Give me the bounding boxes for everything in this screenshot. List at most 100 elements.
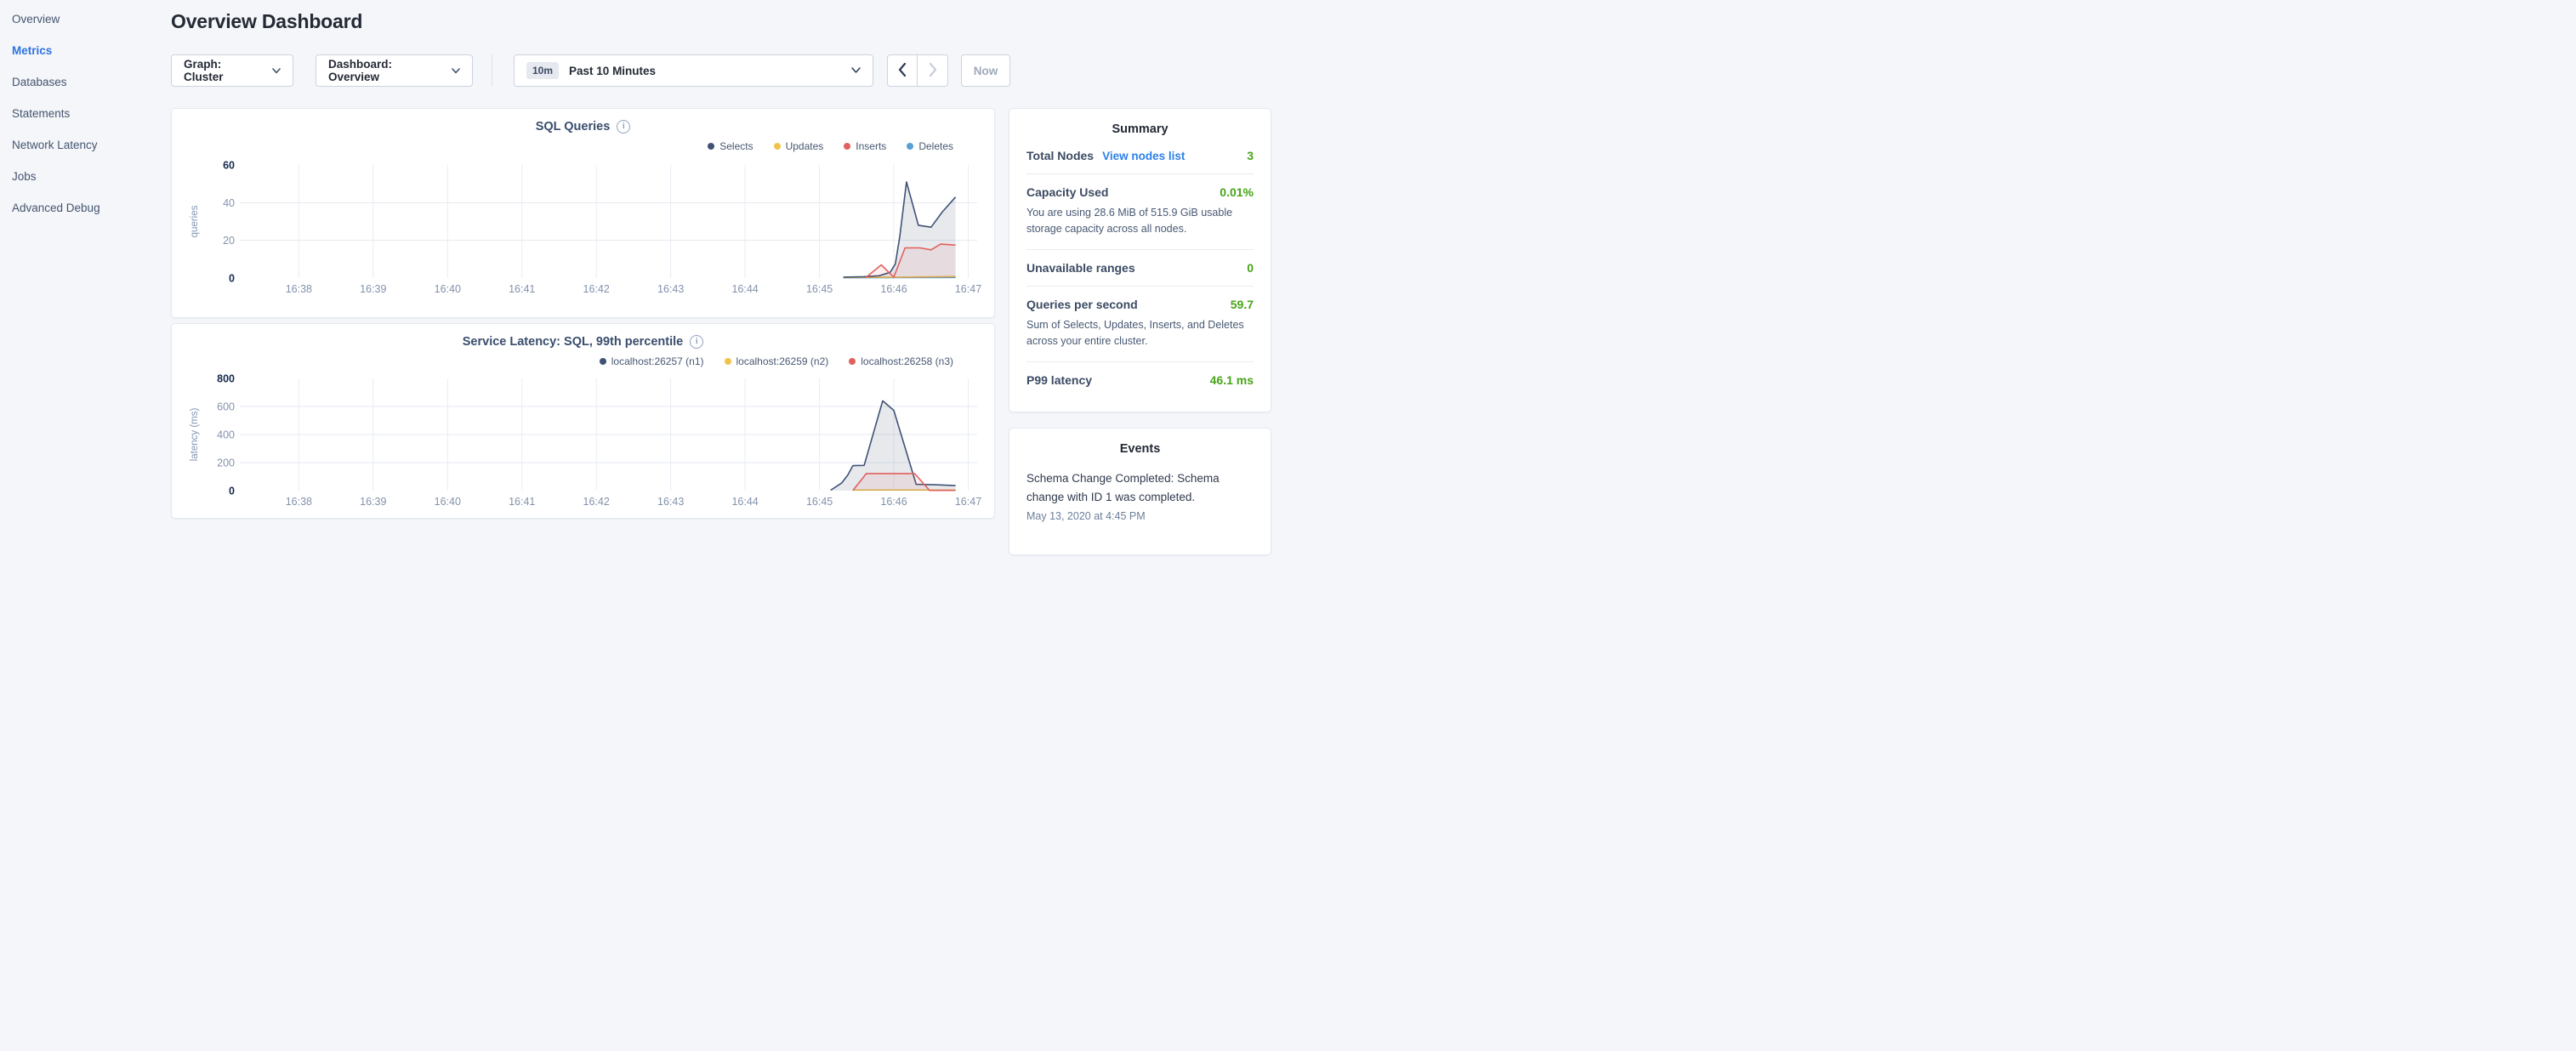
sidebar-item-advanced-debug[interactable]: Advanced Debug [0,192,170,224]
svg-text:800: 800 [217,373,235,385]
unavailable-ranges-value: 0 [1247,261,1254,275]
time-step-back-button[interactable] [887,54,918,87]
chart-title-service-latency: Service Latency: SQL, 99th percentile [463,335,684,349]
svg-text:16:46: 16:46 [880,283,907,295]
legend-label: Updates [786,140,824,152]
capacity-used-description: You are using 28.6 MiB of 515.9 GiB usab… [1026,205,1254,238]
service-latency-chart-card: Service Latency: SQL, 99th percentile i … [171,323,995,519]
legend-dot-icon [849,358,856,365]
sql-queries-chart[interactable]: 16:3816:3916:4016:4116:4216:4316:4416:45… [172,156,996,305]
summary-row-queries-per-second: Queries per second 59.7 Sum of Selects, … [1026,287,1254,362]
service-latency-chart[interactable]: 16:3816:3916:4016:4116:4216:4316:4416:45… [172,372,996,520]
now-button[interactable]: Now [961,54,1010,87]
graph-dropdown[interactable]: Graph: Cluster [171,54,293,87]
svg-text:latency (ms): latency (ms) [190,408,200,462]
svg-text:16:43: 16:43 [657,283,684,295]
legend-label: Inserts [856,140,886,152]
svg-text:0: 0 [229,273,235,285]
controls-bar: Graph: Cluster Dashboard: Overview 10m P… [171,54,1010,87]
queries-per-second-value: 59.7 [1231,298,1254,311]
summary-row-capacity-used: Capacity Used 0.01% You are using 28.6 M… [1026,174,1254,250]
legend-label: localhost:26258 (n3) [861,355,953,367]
legend-item[interactable]: localhost:26257 (n1) [600,355,704,367]
event-list-item[interactable]: Schema Change Completed: Schema change w… [1026,469,1254,522]
sidebar-item-databases[interactable]: Databases [0,66,170,98]
events-title: Events [1026,442,1254,457]
event-message: Schema Change Completed: Schema change w… [1026,469,1254,508]
legend-label: localhost:26257 (n1) [611,355,704,367]
time-step-forward-button[interactable] [918,54,948,87]
summary-panel: Summary Total Nodes View nodes list 3 Ca… [1009,108,1271,412]
summary-row-p99-latency: P99 latency 46.1 ms [1026,362,1254,398]
legend-item[interactable]: Updates [774,140,824,152]
summary-row-unavailable-ranges: Unavailable ranges 0 [1026,250,1254,287]
svg-text:40: 40 [223,197,235,209]
svg-text:400: 400 [217,429,235,441]
p99-latency-label: P99 latency [1026,373,1092,387]
svg-text:16:45: 16:45 [806,283,833,295]
sidebar-item-network-latency[interactable]: Network Latency [0,129,170,161]
summary-title: Summary [1026,122,1254,138]
svg-text:200: 200 [217,457,235,469]
dashboard-dropdown[interactable]: Dashboard: Overview [316,54,473,87]
queries-per-second-description: Sum of Selects, Updates, Inserts, and De… [1026,317,1254,350]
legend-dot-icon [708,143,714,150]
svg-text:16:46: 16:46 [880,496,907,508]
sidebar-item-metrics[interactable]: Metrics [0,35,170,66]
chevron-down-icon [851,67,861,74]
capacity-used-value: 0.01% [1220,185,1254,199]
svg-text:16:39: 16:39 [360,496,386,508]
svg-text:16:38: 16:38 [286,496,312,508]
svg-text:20: 20 [223,235,235,247]
legend-item[interactable]: Inserts [844,140,886,152]
svg-text:16:43: 16:43 [657,496,684,508]
svg-text:60: 60 [223,160,235,172]
sidebar: Overview Metrics Databases Statements Ne… [0,0,170,224]
time-range-picker[interactable]: 10m Past 10 Minutes [514,54,873,87]
svg-text:16:39: 16:39 [360,283,386,295]
dashboard-dropdown-label: Dashboard: Overview [328,58,442,83]
sql-queries-chart-card: SQL Queries i Selects Updates Inserts Delet… [171,108,995,318]
svg-text:16:42: 16:42 [583,283,610,295]
legend-item[interactable]: localhost:26259 (n2) [725,355,829,367]
capacity-used-label: Capacity Used [1026,185,1108,199]
svg-text:600: 600 [217,401,235,413]
queries-per-second-label: Queries per second [1026,298,1138,311]
svg-text:16:40: 16:40 [435,496,461,508]
svg-text:16:41: 16:41 [509,496,535,508]
legend-label: Deletes [918,140,953,152]
svg-text:16:44: 16:44 [731,283,758,295]
time-range-label: Past 10 Minutes [569,65,656,77]
time-range-badge: 10m [526,62,559,79]
svg-text:16:47: 16:47 [955,496,981,508]
legend-item[interactable]: Deletes [907,140,953,152]
svg-text:16:42: 16:42 [583,496,610,508]
view-nodes-list-link[interactable]: View nodes list [1102,150,1185,162]
sidebar-item-jobs[interactable]: Jobs [0,161,170,192]
graph-dropdown-label: Graph: Cluster [184,58,263,83]
legend-item[interactable]: Selects [708,140,753,152]
summary-row-total-nodes: Total Nodes View nodes list 3 [1026,138,1254,174]
svg-text:queries: queries [190,205,200,237]
chevron-down-icon [272,68,281,74]
service-latency-legend: localhost:26257 (n1) localhost:26259 (n2)… [172,353,953,370]
legend-dot-icon [725,358,731,365]
total-nodes-label: Total Nodes [1026,149,1094,162]
svg-text:0: 0 [229,486,235,497]
total-nodes-value: 3 [1247,149,1254,162]
page-title: Overview Dashboard [171,10,362,33]
info-icon[interactable]: i [617,120,630,134]
info-icon[interactable]: i [690,335,703,349]
legend-dot-icon [907,143,913,150]
chevron-right-icon [929,62,937,80]
sidebar-item-statements[interactable]: Statements [0,98,170,129]
svg-text:16:38: 16:38 [286,283,312,295]
sidebar-item-overview[interactable]: Overview [0,3,170,35]
sidebar-nav: Overview Metrics Databases Statements Ne… [0,3,170,224]
svg-text:16:44: 16:44 [731,496,758,508]
legend-item[interactable]: localhost:26258 (n3) [849,355,953,367]
unavailable-ranges-label: Unavailable ranges [1026,261,1135,275]
legend-dot-icon [774,143,781,150]
p99-latency-value: 46.1 ms [1210,373,1254,387]
chart-title-sql-queries: SQL Queries [536,120,611,134]
